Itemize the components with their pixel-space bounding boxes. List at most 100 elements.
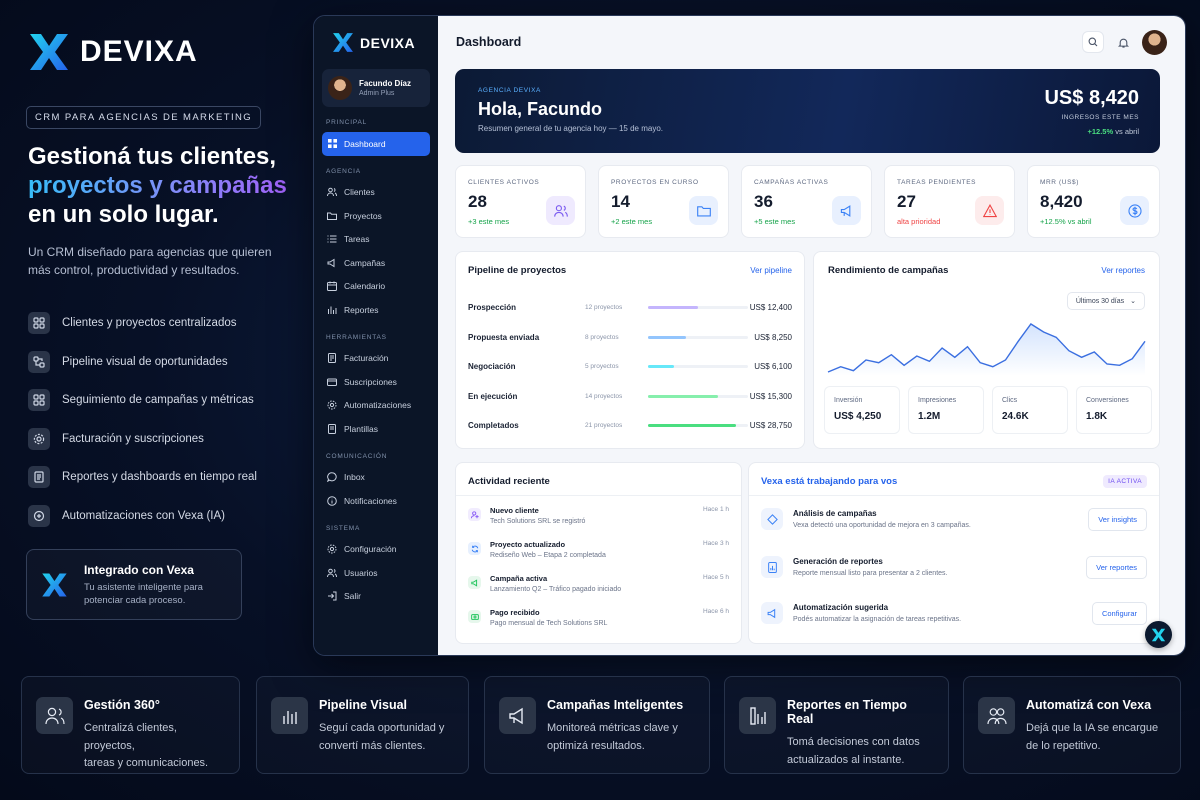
pipeline-stage: Completados — [468, 420, 519, 430]
list-icon — [327, 234, 337, 244]
sidebar-item-configuracion[interactable]: Configuración — [322, 538, 430, 562]
activity-desc: Lanzamiento Q2 – Tráfico pagado iniciado — [490, 586, 622, 593]
stat-value: 27 — [897, 192, 916, 211]
user-profile[interactable]: Facundo Díaz Admin Plus — [322, 69, 430, 107]
grid-icon — [28, 389, 50, 412]
megaphone-icon — [832, 196, 861, 225]
activity-item[interactable]: Campaña activa Lanzamiento Q2 – Tráfico p… — [468, 574, 729, 604]
date-range-select[interactable]: Últimos 30 días ⌄ — [1066, 292, 1145, 310]
activity-item[interactable]: Pago recibido Pago mensual de Tech Soluti… — [468, 608, 729, 638]
sidebar-item-inbox[interactable]: Inbox — [322, 466, 430, 490]
vexa-item-desc: Reporte mensual listo para presentar a 2… — [793, 570, 948, 577]
feature-card-desc: Seguí cada oportunidad y convertí más cli… — [319, 722, 445, 752]
metric-card: Inversión US$ 4,250 — [824, 386, 900, 434]
sidebar-item-reportes[interactable]: Reportes — [322, 298, 430, 322]
activity-item[interactable]: Nuevo cliente Tech Solutions SRL se regis… — [468, 506, 729, 536]
feature-card-desc: Monitoreá métricas clave y optimizá resul… — [547, 722, 678, 752]
metric-value: US$ 4,250 — [834, 411, 882, 422]
metric-label: Conversiones — [1086, 397, 1129, 404]
pipeline-bar — [648, 364, 748, 368]
sidebar-item-notificaciones[interactable]: Notificaciones — [322, 489, 430, 513]
pipeline-bar-fill — [648, 394, 718, 398]
metric-value: 1.2M — [918, 411, 941, 422]
sidebar-item-facturacion[interactable]: Facturación — [322, 347, 430, 371]
sidebar-item-dashboard[interactable]: Dashboard — [322, 132, 430, 156]
grid-icon — [28, 312, 50, 335]
stat-card-clients[interactable]: CLIENTES ACTIVOS 28 +3 este mes — [455, 165, 586, 238]
pipeline-bar — [648, 394, 748, 398]
users-icon — [546, 196, 575, 225]
feature-card-pipeline: Pipeline Visual Seguí cada oportunidad yc… — [256, 676, 469, 774]
metric-label: Inversión — [834, 397, 863, 404]
dollar-icon — [468, 610, 481, 623]
report-icon — [739, 697, 776, 734]
sidebar-item-proyectos[interactable]: Proyectos — [322, 204, 430, 228]
header-avatar[interactable] — [1142, 29, 1167, 55]
megaphone-icon — [761, 602, 783, 624]
search-button[interactable] — [1082, 31, 1104, 53]
stat-sub: +2 este mes — [611, 217, 653, 226]
pipeline-bar-fill — [648, 423, 736, 427]
pipeline-stage: Prospección — [468, 302, 517, 312]
vexa-item-desc: Vexa detectó una oportunidad de mejora e… — [793, 522, 971, 529]
feature-card-reports: Reportes en Tiempo Real Tomá decisiones c… — [724, 676, 949, 774]
vexa-item: Automatización sugerida Podés automatizar… — [761, 597, 1147, 629]
pipeline-title: Pipeline de proyectos — [468, 265, 567, 276]
feature-item: Automatizaciones con Vexa (IA) — [28, 497, 257, 536]
invoice-icon — [327, 353, 337, 364]
feature-label: Seguimiento de campañas y métricas — [62, 394, 254, 407]
x-logo-icon — [333, 33, 353, 52]
sidebar-item-label: Automatizaciones — [344, 400, 412, 411]
vexa-item-desc: Podés automatizar la asignación de tarea… — [793, 616, 962, 623]
notifications-button[interactable] — [1112, 31, 1134, 53]
sidebar-item-label: Calendario — [344, 281, 386, 292]
sidebar-item-campanas[interactable]: Campañas — [322, 251, 430, 275]
sidebar-item-plantillas[interactable]: Plantillas — [322, 417, 430, 441]
sidebar-item-label: Clientes — [344, 187, 375, 198]
metric-card: Clics 24.6K — [992, 386, 1068, 434]
activity-title-text: Nuevo cliente — [490, 506, 539, 515]
feature-item: Reportes y dashboards en tiempo real — [28, 458, 257, 497]
sidebar-item-usuarios[interactable]: Usuarios — [322, 561, 430, 585]
pipeline-row[interactable]: Completados 21 proyectos US$ 28,750 — [468, 419, 792, 431]
sidebar-item-calendario[interactable]: Calendario — [322, 275, 430, 299]
pipeline-row[interactable]: Propuesta enviada 8 proyectos US$ 8,250 — [468, 331, 792, 343]
vexa-card-desc: Tu asistente inteligente para potenciar … — [83, 581, 203, 606]
sidebar-item-tareas[interactable]: Tareas — [322, 228, 430, 252]
stat-card-projects[interactable]: PROYECTOS EN CURSO 14 +2 este mes — [598, 165, 729, 238]
sidebar-item-automatizaciones[interactable]: Automatizaciones — [322, 394, 430, 418]
section-sistema: SISTEMA — [326, 524, 361, 532]
configure-button[interactable]: Configurar — [1091, 601, 1147, 625]
view-reports-link[interactable]: Ver reportes — [1101, 266, 1145, 275]
stat-card-mrr[interactable]: MRR (US$) 8,420 +12.5% vs abril — [1027, 165, 1160, 238]
vexa-item: Análisis de campañas Vexa detectó una opo… — [761, 503, 1147, 535]
view-pipeline-link[interactable]: Ver pipeline — [750, 266, 792, 275]
pipeline-value: US$ 6,100 — [754, 361, 792, 371]
headline-line-3: en un solo lugar. — [28, 201, 219, 228]
stat-card-campaigns[interactable]: CAMPAÑAS ACTIVAS 36 +5 este mes — [741, 165, 872, 238]
tagline-pill: CRM PARA AGENCIAS DE MARKETING — [26, 106, 262, 129]
feature-item: Seguimiento de campañas y métricas — [28, 381, 257, 420]
view-insights-button[interactable]: Ver insights — [1088, 507, 1147, 531]
stat-card-tasks[interactable]: TAREAS PENDIENTES 27 alta prioridad — [884, 165, 1015, 238]
user-role: Admin Plus — [359, 90, 395, 97]
pipeline-row[interactable]: Negociación 5 proyectos US$ 6,100 — [468, 360, 792, 372]
feature-card-desc: Dejá que la IA se encargue de lo repetiti… — [1026, 722, 1159, 752]
sidebar-item-clientes[interactable]: Clientes — [322, 181, 430, 205]
feature-card-automation: Automatizá con Vexa Dejá que la IA se enc… — [963, 676, 1181, 774]
hero-subtitle: Un CRM diseñado para agencias que quiere… — [28, 245, 272, 277]
top-bar: Dashboard — [438, 16, 1185, 68]
pipeline-value: US$ 8,250 — [754, 332, 792, 342]
vexa-assistant-button[interactable] — [1145, 621, 1172, 648]
activity-item[interactable]: Proyecto actualizado Rediseño Web – Etapa… — [468, 540, 729, 570]
sidebar-item-salir[interactable]: Salir — [322, 585, 430, 609]
calendar-icon — [327, 281, 337, 292]
view-reports-button[interactable]: Ver reportes — [1086, 555, 1147, 579]
pipeline-bar-fill — [648, 364, 674, 368]
user-plus-icon — [468, 508, 481, 521]
pipeline-row[interactable]: Prospección 12 proyectos US$ 12,400 — [468, 301, 792, 313]
summary-text: Resumen general de tu agencia hoy — 15 d… — [478, 124, 664, 133]
divider — [456, 495, 741, 496]
sidebar-item-suscripciones[interactable]: Suscripciones — [322, 370, 430, 394]
pipeline-row[interactable]: En ejecución 14 proyectos US$ 15,300 — [468, 390, 792, 402]
